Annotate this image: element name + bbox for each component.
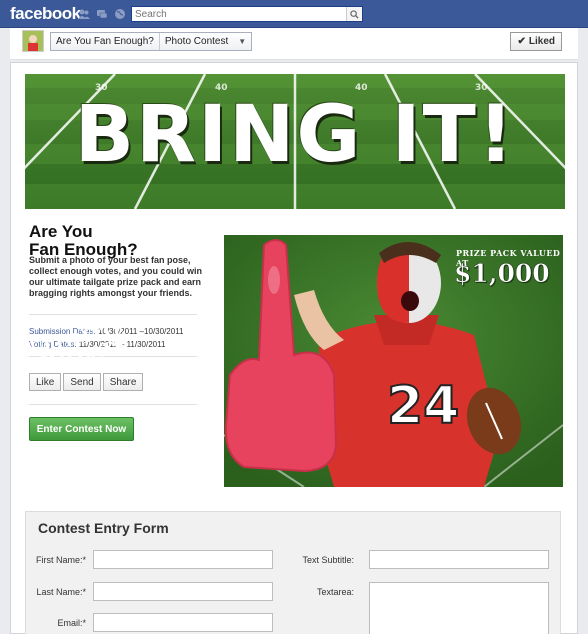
divider [29,314,197,315]
facebook-top-bar: facebook [0,0,588,28]
textarea-label: Textarea: [316,587,354,597]
contest-entry-form: Contest Entry Form First Name:* Last Nam… [25,511,561,634]
facebook-logo[interactable]: facebook [10,4,81,24]
search-box [131,6,363,22]
messages-icon[interactable] [96,8,108,20]
email-label: Email:* [57,618,86,628]
contest-description: Submit a photo of your best fan pose, co… [29,255,203,298]
bring-it-banner: 30 40 40 30 BRING IT! [25,74,565,209]
jersey-number: 24 [387,376,459,436]
tab-selector[interactable]: Are You Fan Enough? Photo Contest ▼ [50,32,253,51]
current-tab-label[interactable]: Photo Contest [158,33,233,50]
last-name-label: Last Name:* [36,587,86,597]
contest-heading: Are You Fan Enough? [29,223,199,259]
promo-image: 24 PRIZE PACK VALUED AT $1,000 [224,235,563,487]
liked-button[interactable]: ✔ Liked [510,32,562,51]
send-button[interactable]: Send [63,373,101,391]
text-subtitle-field[interactable] [369,550,549,569]
search-input[interactable] [132,7,342,21]
text-subtitle-label: Text Subtitle: [302,555,354,565]
friend-requests-icon[interactable] [78,8,90,20]
search-icon [350,9,359,19]
form-title: Contest Entry Form [38,520,169,536]
tab-content: 30 40 40 30 BRING IT! Are You Fan Enough? S… [10,62,578,634]
chevron-down-icon[interactable]: ▼ [233,33,251,50]
social-actions: Like Send Share [29,373,144,391]
page-thumbnail[interactable] [22,30,44,52]
liked-label: Liked [528,36,555,47]
heading-line-1: Are You [29,222,93,241]
page-tab-bar: Are You Fan Enough? Photo Contest ▼ ✔ Li… [10,28,578,60]
checkmark-icon: ✔ [517,36,526,47]
first-name-field[interactable] [93,550,273,569]
share-button[interactable]: Share [102,373,144,391]
notification-jewels [78,8,126,20]
last-name-field[interactable] [93,582,273,601]
first-name-label: First Name:* [35,555,86,565]
notifications-globe-icon[interactable] [114,8,126,20]
page-name-link[interactable]: Are You Fan Enough? [51,33,159,50]
divider [29,404,197,405]
textarea-field[interactable] [369,582,549,634]
like-button[interactable]: Like [29,373,62,391]
email-field[interactable] [93,613,273,632]
banner-headline: BRING IT! [74,90,516,180]
page-profile-image [23,31,43,51]
prize-amount: $1,000 [454,259,550,289]
enter-contest-button[interactable]: Enter Contest Now [29,417,134,441]
search-button[interactable] [346,7,362,21]
